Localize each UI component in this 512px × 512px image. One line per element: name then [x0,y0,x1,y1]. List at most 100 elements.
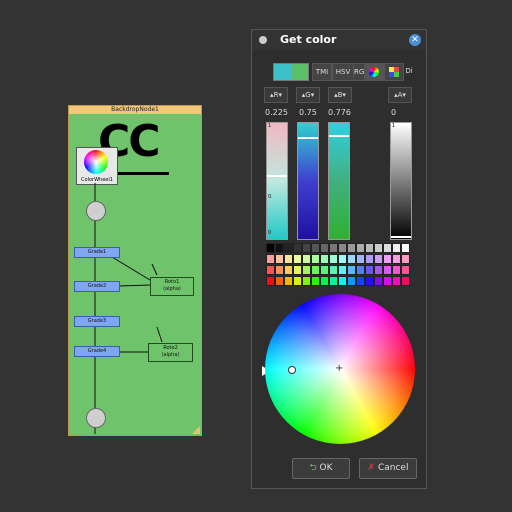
value-g[interactable]: 0.75 [299,108,317,117]
current-color-swatch[interactable] [273,63,309,81]
slider-r[interactable] [266,122,288,240]
palette-swatch[interactable] [392,265,401,275]
palette-swatch[interactable] [383,243,392,253]
palette-swatch[interactable] [374,265,383,275]
value-marker[interactable] [288,366,296,374]
palette-swatch[interactable] [365,254,374,264]
palette-swatch[interactable] [329,276,338,286]
palette-swatch[interactable] [356,254,365,264]
grade-node-1[interactable]: Grade1 [74,247,120,258]
palette-swatch[interactable] [338,254,347,264]
palette-swatch[interactable] [320,243,329,253]
palette-swatch[interactable] [266,254,275,264]
dot-node[interactable] [86,408,106,428]
node-graph[interactable]: BackdropNode1 CC ColorWheel1 Grade1 Grad… [0,0,250,512]
palette-swatch[interactable] [365,276,374,286]
palette-swatch[interactable] [320,254,329,264]
channel-b-button[interactable]: ▴B▾ [328,87,352,103]
palette-swatch[interactable] [401,276,410,286]
slider-b[interactable] [328,122,350,240]
palette-swatch[interactable] [302,254,311,264]
value-b[interactable]: 0.776 [328,108,351,117]
tab-palette[interactable] [384,63,404,81]
palette-swatch[interactable] [302,243,311,253]
palette-swatch[interactable] [275,276,284,286]
palette-swatch[interactable] [329,254,338,264]
palette-swatch[interactable] [320,265,329,275]
palette-swatch[interactable] [365,265,374,275]
palette-swatch[interactable] [311,243,320,253]
palette-swatch[interactable] [383,254,392,264]
palette-swatch[interactable] [284,265,293,275]
palette-swatch[interactable] [284,276,293,286]
tab-hsv[interactable]: HSV [332,63,354,81]
palette-swatch[interactable] [347,276,356,286]
palette-swatch[interactable] [293,243,302,253]
channel-g-button[interactable]: ▴G▾ [296,87,320,103]
palette-swatch[interactable] [338,276,347,286]
palette-swatch[interactable] [338,243,347,253]
slider-handle[interactable] [391,236,411,238]
value-r[interactable]: 0.225 [265,108,288,117]
palette-swatch[interactable] [266,265,275,275]
palette-swatch[interactable] [356,276,365,286]
palette-swatch[interactable] [374,276,383,286]
slider-handle[interactable] [298,137,318,139]
palette-swatch[interactable] [356,243,365,253]
palette-swatch[interactable] [293,276,302,286]
palette-swatch[interactable] [392,276,401,286]
palette-swatch[interactable] [302,265,311,275]
slider-handle[interactable] [329,135,349,137]
palette-swatch[interactable] [329,265,338,275]
channel-a-button[interactable]: ▴A▾ [388,87,412,103]
grade-node-3[interactable]: Grade3 [74,316,120,327]
palette-swatch[interactable] [266,276,275,286]
value-a[interactable]: 0 [391,108,396,117]
tab-wheel[interactable] [364,63,384,81]
slider-a[interactable] [390,122,412,240]
palette-swatch[interactable] [311,254,320,264]
cancel-button[interactable]: ✗ Cancel [359,458,417,479]
grade-node-4[interactable]: Grade4 [74,346,120,357]
circle-menu-icon[interactable] [259,36,267,44]
dot-node[interactable] [86,201,106,221]
palette-swatch[interactable] [329,243,338,253]
palette-swatch[interactable] [356,265,365,275]
palette-swatch[interactable] [311,276,320,286]
palette-swatch[interactable] [383,265,392,275]
palette-swatch[interactable] [401,265,410,275]
tab-tmi[interactable]: TMI [312,63,332,81]
palette-swatch[interactable] [284,243,293,253]
ok-button[interactable]: ⮌ OK [292,458,350,479]
slider-handle[interactable] [267,175,287,177]
palette-swatch[interactable] [284,254,293,264]
palette-swatch[interactable] [392,243,401,253]
palette-swatch[interactable] [338,265,347,275]
palette-swatch[interactable] [293,254,302,264]
palette-swatch[interactable] [302,276,311,286]
palette-swatch[interactable] [293,265,302,275]
palette-swatch[interactable] [311,265,320,275]
palette-swatch[interactable] [320,276,329,286]
palette-swatch[interactable] [392,254,401,264]
palette-swatch[interactable] [383,276,392,286]
resize-handle[interactable] [192,426,200,434]
crosshair-icon[interactable]: + [335,363,343,374]
palette-swatch[interactable] [365,243,374,253]
palette-swatch[interactable] [374,254,383,264]
palette-swatch[interactable] [275,243,284,253]
palette-swatch[interactable] [401,254,410,264]
roto-node-2[interactable]: Roto2 (alpha) [148,343,193,362]
slider-g[interactable] [297,122,319,240]
palette-swatch[interactable] [275,254,284,264]
palette-swatch[interactable] [266,243,275,253]
palette-swatch[interactable] [347,254,356,264]
palette-swatch[interactable] [347,265,356,275]
dialog-titlebar[interactable]: Get color ✕ [252,30,426,50]
palette-swatch[interactable] [401,243,410,253]
roto-node-1[interactable]: Roto1 (alpha) [150,277,194,296]
tab-di[interactable]: Di [403,63,415,79]
palette-swatch[interactable] [347,243,356,253]
palette-swatch[interactable] [374,243,383,253]
grade-node-2[interactable]: Grade2 [74,281,120,292]
